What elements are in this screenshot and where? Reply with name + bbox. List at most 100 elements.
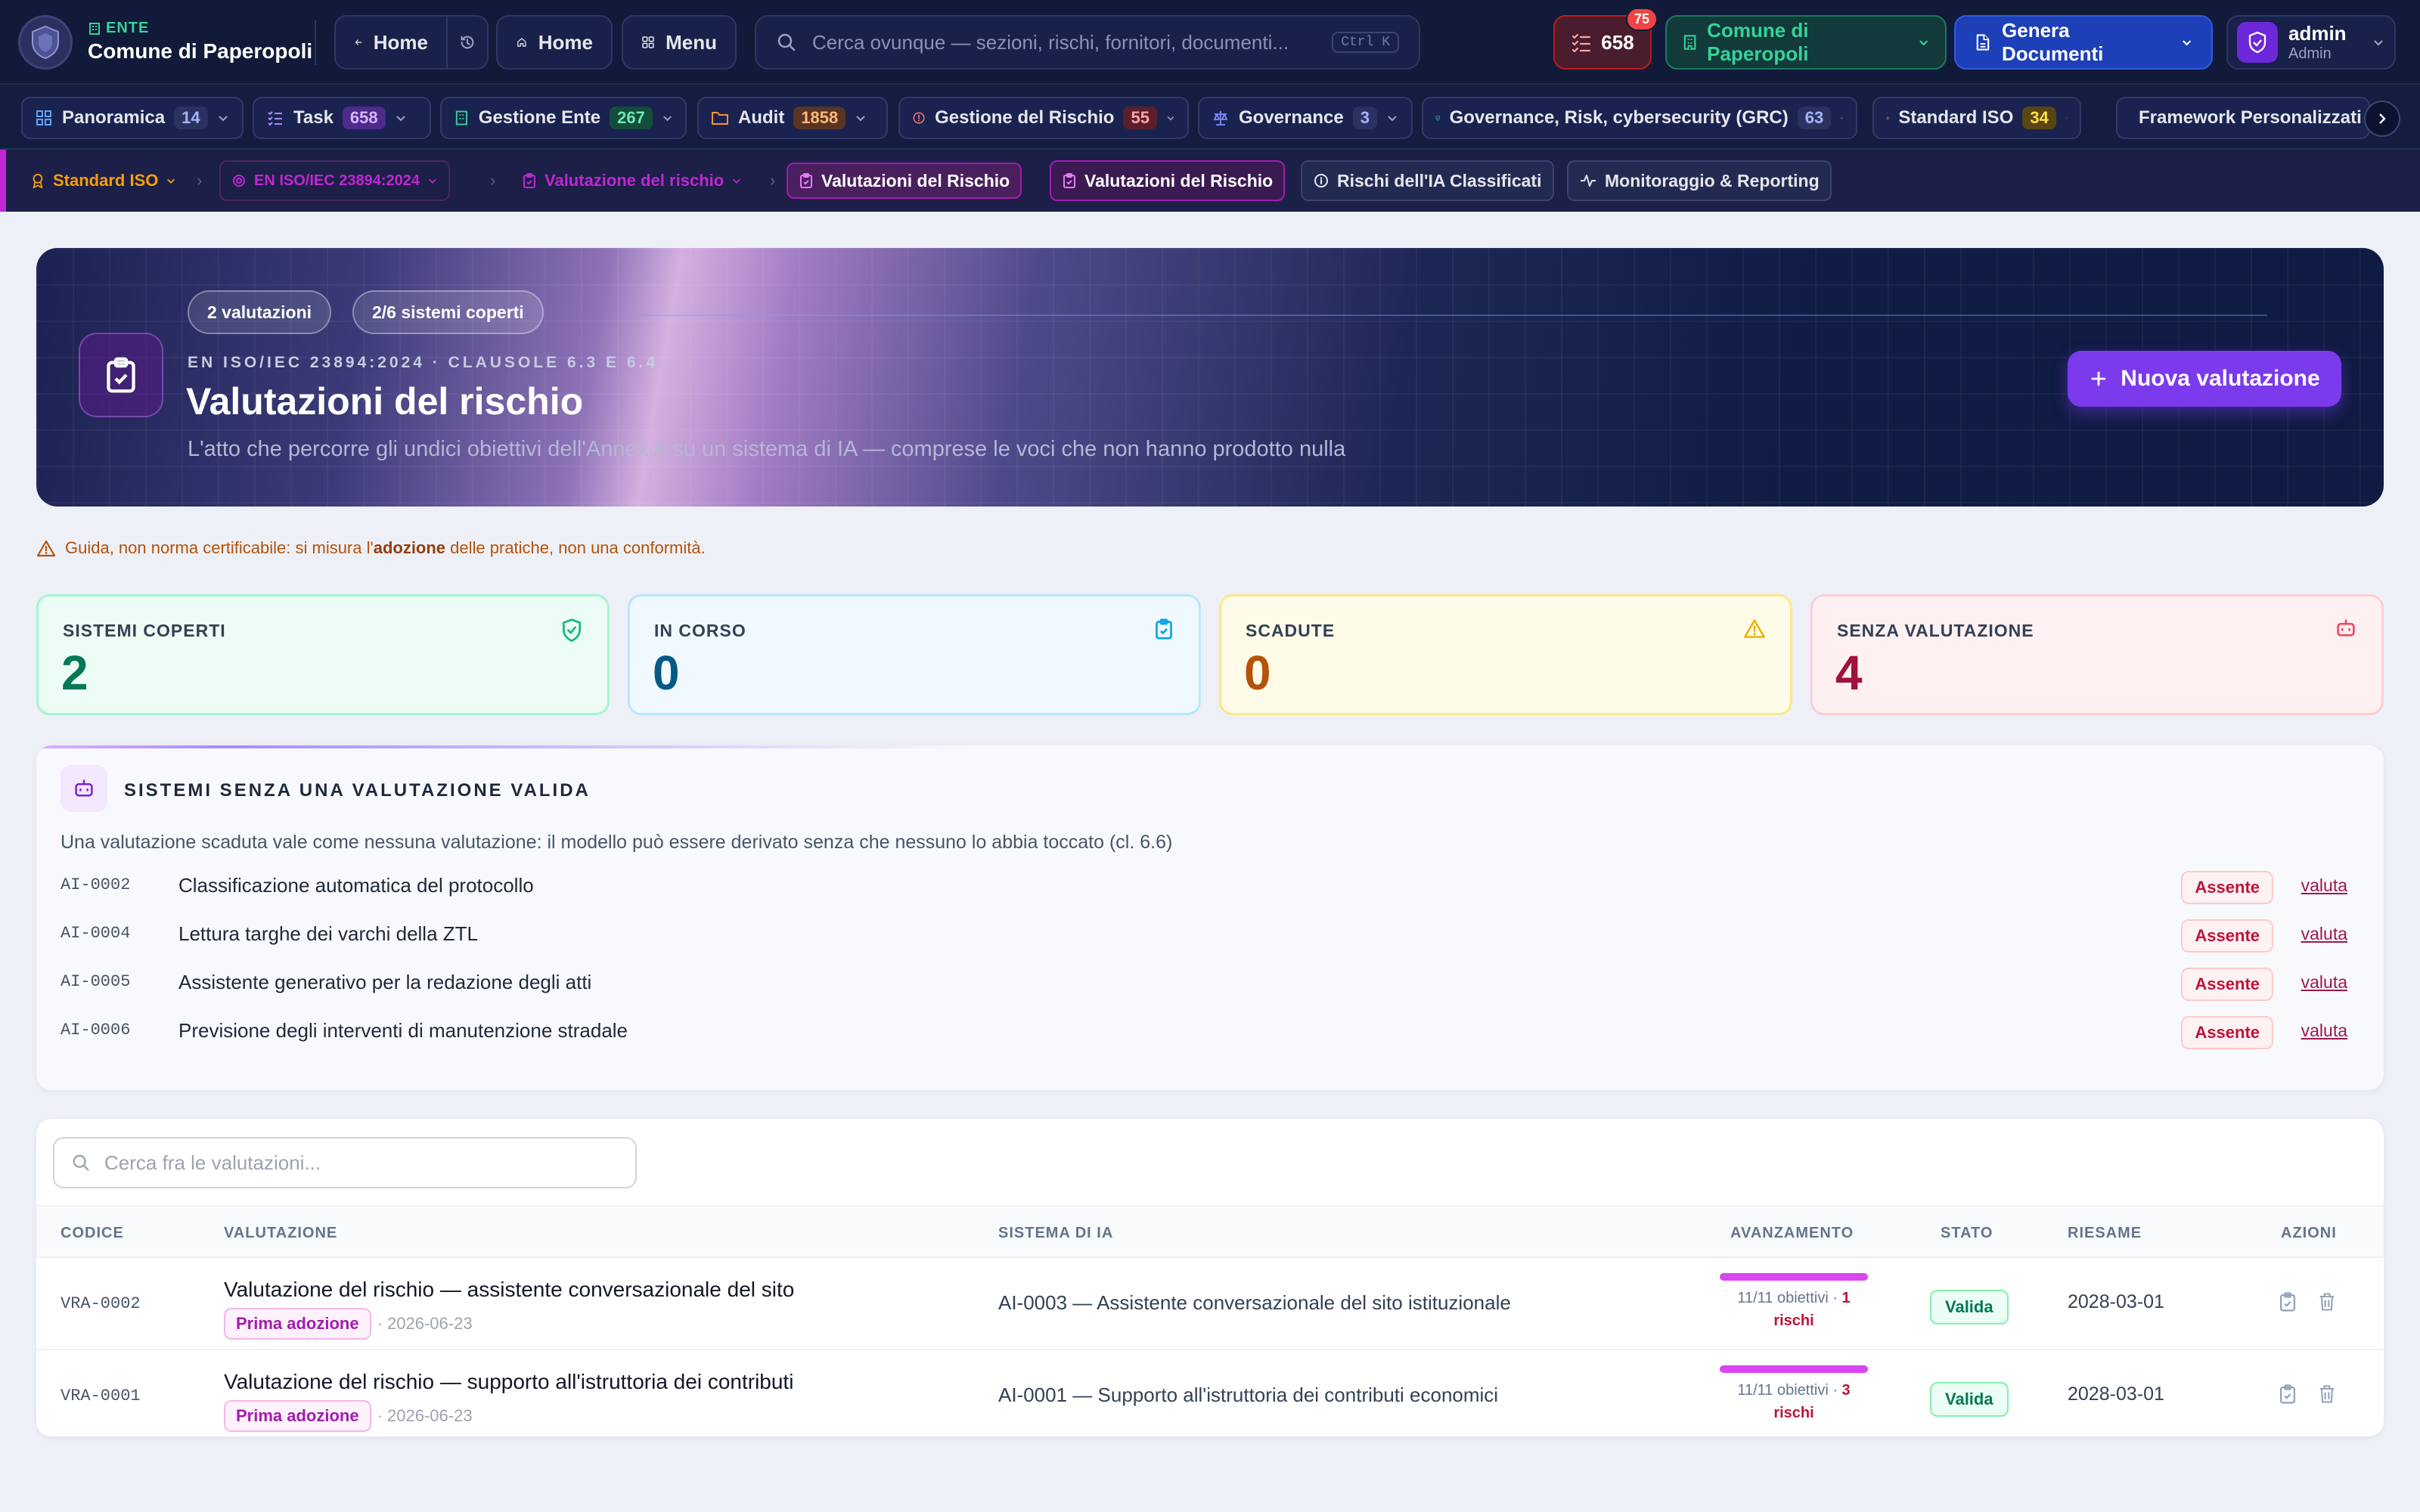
module-framework-personalizzati[interactable]: Framework Personalizzati	[2116, 97, 2370, 139]
chevron-down-icon	[167, 178, 175, 184]
column-header: AVANZAMENTO	[1730, 1225, 1854, 1241]
module-panoramica[interactable]: Panoramica 14	[21, 97, 244, 139]
new-assessment-button[interactable]: Nuova valutazione	[2068, 351, 2341, 407]
search-icon	[73, 1154, 89, 1171]
assessments-search-placeholder: Cerca fra le valutazioni...	[104, 1151, 321, 1174]
valuta-link[interactable]: valuta	[2301, 924, 2347, 944]
global-search-input[interactable]: Cerca ovunque — sezioni, rischi, fornito…	[755, 15, 1420, 70]
open-assessment-button[interactable]	[2278, 1291, 2297, 1312]
valuta-link[interactable]: valuta	[2301, 1021, 2347, 1041]
module-standard-iso[interactable]: Standard ISO 34	[1872, 97, 2081, 139]
menu-button[interactable]: Menu	[622, 15, 737, 70]
page-subtitle: L'atto che percorre gli undici obiettivi…	[188, 437, 1346, 461]
home-button[interactable]: Home	[496, 15, 613, 70]
stat-scadute: SCADUTE 0	[1219, 594, 1792, 715]
assessment-title: Valutazione del rischio — supporto all'i…	[224, 1370, 794, 1393]
stat-value: 4	[1835, 646, 1863, 700]
table-row[interactable]: VRA-0002 Valutazione del rischio — assis…	[36, 1258, 2384, 1350]
system-code: AI-0005	[60, 972, 131, 991]
assessment-title: Valutazione del rischio — assistente con…	[224, 1278, 795, 1301]
system-name: Lettura targhe dei varchi della ZTL	[178, 922, 478, 945]
info-circle-icon	[1314, 174, 1328, 187]
risks-count: 3	[1841, 1382, 1851, 1399]
alert-circle-icon	[913, 112, 925, 124]
delete-button[interactable]	[2317, 1383, 2337, 1405]
arrow-left-icon	[355, 39, 362, 45]
breadcrumb-valutazioni-rischio-current[interactable]: Valutazioni del Rischio	[786, 163, 1022, 199]
module-gestione-ente[interactable]: Gestione Ente 267	[440, 97, 687, 139]
chip-sistemi-coperti: 2/6 sistemi coperti	[352, 290, 544, 334]
breadcrumb-standard-iso[interactable]: Standard ISO	[20, 160, 187, 201]
module-grc[interactable]: Governance, Risk, cybersecurity (GRC) 63	[1422, 97, 1857, 139]
breadcrumb-separator: ›	[197, 171, 203, 190]
valuta-link[interactable]: valuta	[2301, 972, 2347, 993]
chevron-down-icon	[733, 178, 741, 184]
tab-monitoraggio-reporting[interactable]: Monitoraggio & Reporting	[1567, 160, 1832, 201]
stat-value: 2	[61, 646, 88, 700]
stat-in-corso: IN CORSO 0	[628, 594, 1201, 715]
progress-text: 11/11 obiettivi ·	[1737, 1382, 1838, 1399]
open-assessment-button[interactable]	[2278, 1383, 2297, 1405]
hero-grid-pattern	[36, 248, 2384, 507]
grid-icon	[642, 36, 654, 48]
history-button[interactable]	[446, 15, 489, 70]
assessments-search-input[interactable]: Cerca fra le valutazioni...	[53, 1137, 637, 1188]
trash-icon	[2319, 1385, 2335, 1403]
column-header: AZIONI	[2281, 1225, 2337, 1241]
user-menu[interactable]: admin Admin	[2226, 15, 2396, 70]
stat-label: SCADUTE	[1246, 621, 1336, 640]
module-count: 267	[610, 107, 653, 129]
generate-documents-button[interactable]: Genera Documenti	[1954, 15, 2213, 70]
trash-icon	[2319, 1293, 2335, 1311]
back-home-button[interactable]: Home	[334, 15, 446, 70]
table-row[interactable]: VRA-0001 Valutazione del rischio — suppo…	[36, 1350, 2384, 1436]
delete-button[interactable]	[2317, 1291, 2337, 1312]
module-count: 63	[1797, 107, 1832, 129]
module-governance[interactable]: Governance 3	[1198, 97, 1413, 139]
breadcrumb: Standard ISO › EN ISO/IEC 23894:2024 › V…	[0, 150, 2420, 212]
breadcrumb-valutazione-rischio[interactable]: Valutazione del rischio	[511, 160, 752, 201]
status-badge: Assente	[2181, 968, 2273, 1001]
list-item: AI-0002 Classificazione automatica del p…	[60, 865, 2360, 907]
warning-icon	[1744, 619, 1765, 638]
module-audit[interactable]: Audit 1858	[697, 97, 888, 139]
home-icon	[517, 38, 526, 47]
stat-senza-valutazione: SENZA VALUTAZIONE 4	[1810, 594, 2384, 715]
comune-selector[interactable]: Comune di Paperopoli	[1665, 15, 1947, 70]
tab-rischi-ia-classificati[interactable]: Rischi dell'IA Classificati	[1301, 160, 1554, 201]
chip-valutazioni: 2 valutazioni	[188, 290, 332, 334]
task-list-icon	[1572, 33, 1591, 52]
review-date: 2028-03-01	[2068, 1291, 2164, 1312]
tab-valutazioni-rischio[interactable]: Valutazioni del Rischio	[1050, 160, 1286, 201]
scale-icon	[1214, 111, 1227, 125]
tab-label: Monitoraggio & Reporting	[1605, 170, 1820, 191]
module-scroll-right-button[interactable]	[2364, 101, 2400, 137]
chevron-down-icon	[218, 116, 228, 122]
breadcrumb-label: Valutazione del rischio	[544, 171, 724, 190]
breadcrumb-iso-23894[interactable]: EN ISO/IEC 23894:2024	[219, 160, 451, 201]
page-hero: 2 valutazioni 2/6 sistemi coperti EN ISO…	[36, 248, 2384, 507]
module-gestione-rischio[interactable]: Gestione del Rischio 55	[898, 97, 1189, 139]
comune-logo[interactable]	[18, 15, 73, 70]
review-date: 2028-03-01	[2068, 1383, 2164, 1405]
menu-label: Menu	[666, 30, 717, 54]
system-name: Assistente generativo per la redazione d…	[178, 971, 592, 993]
breadcrumb-label: EN ISO/IEC 23894:2024	[254, 172, 420, 189]
table-header: CODICE VALUTAZIONE SISTEMA DI IA AVANZAM…	[36, 1205, 2384, 1258]
chevron-right-icon	[2379, 113, 2386, 124]
avatar	[2237, 22, 2278, 63]
top-bar: ENTE Comune di Paperopoli Home Home Menu…	[0, 0, 2420, 85]
progress-indicator: 11/11 obiettivi · 1 rischi	[1720, 1273, 1868, 1332]
activity-icon	[1581, 175, 1596, 187]
valuta-link[interactable]: valuta	[2301, 875, 2347, 896]
module-label: Task	[293, 107, 334, 128]
assessment-code: VRA-0002	[60, 1294, 141, 1313]
chevron-down-icon	[663, 116, 672, 122]
tasks-button[interactable]: 658 75	[1553, 8, 1658, 70]
column-header: CODICE	[60, 1225, 124, 1241]
breadcrumb-separator: ›	[490, 171, 496, 190]
list-item: AI-0004 Lettura targhe dei varchi della …	[60, 913, 2360, 956]
systems-without-valid-assessment-card: SISTEMI SENZA UNA VALUTAZIONE VALIDA Una…	[36, 745, 2384, 1090]
clipboard-check-icon	[1063, 173, 1075, 188]
module-task[interactable]: Task 658	[253, 97, 431, 139]
